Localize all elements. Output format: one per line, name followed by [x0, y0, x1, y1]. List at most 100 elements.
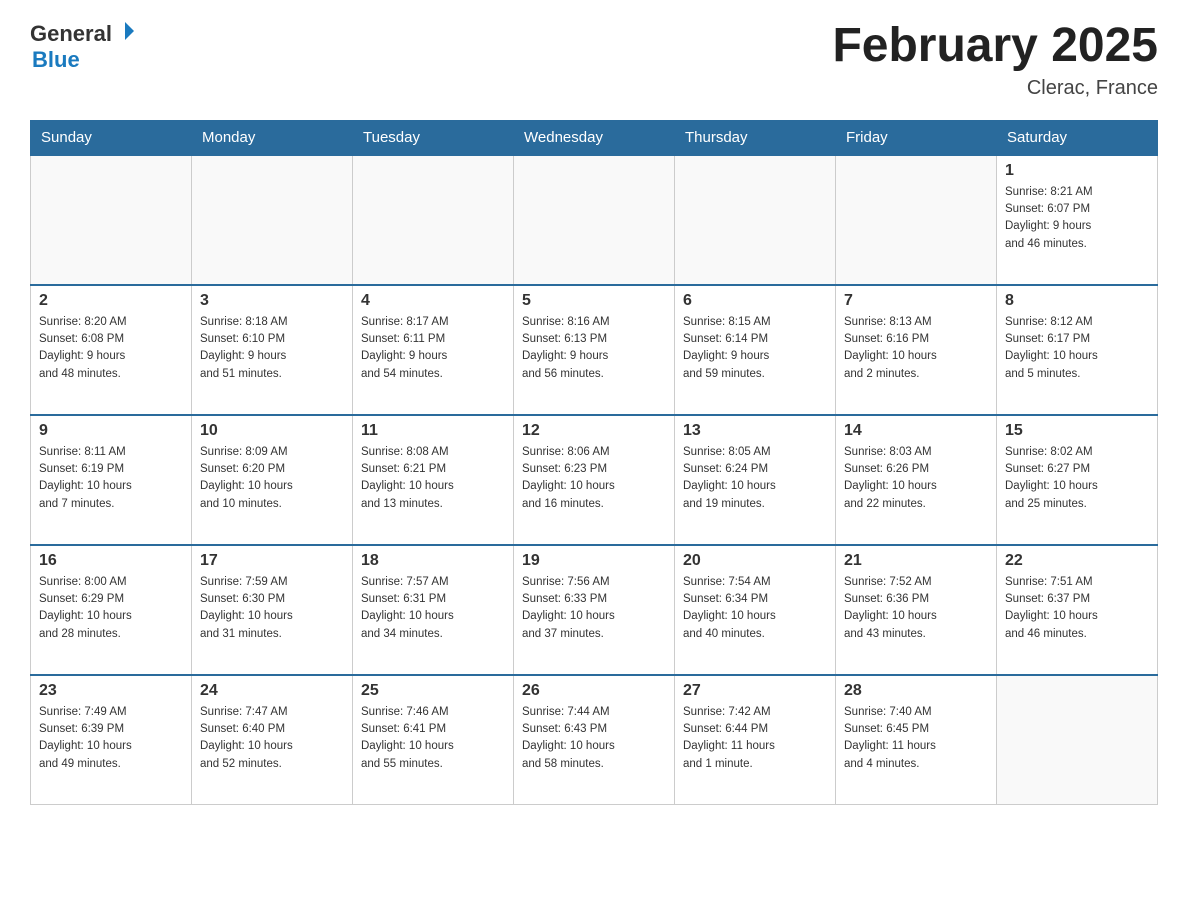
calendar-cell: 25 Sunrise: 7:46 AM Sunset: 6:41 PM Dayli…	[353, 675, 514, 805]
calendar-cell: 19 Sunrise: 7:56 AM Sunset: 6:33 PM Dayli…	[514, 545, 675, 675]
day-number: 27	[683, 682, 827, 700]
day-header-sunday: Sunday	[31, 120, 192, 155]
calendar-cell: 2Sunrise: 8:20 AM Sunset: 6:08 PM Daylig…	[31, 285, 192, 415]
day-info: Sunrise: 8:11 AM Sunset: 6:19 PM Dayligh…	[39, 444, 183, 513]
day-number: 5	[522, 292, 666, 310]
calendar-cell: 14Sunrise: 8:03 AM Sunset: 6:26 PM Dayli…	[836, 415, 997, 545]
day-info: Sunrise: 7:40 AM Sunset: 6:45 PM Dayligh…	[844, 704, 988, 773]
title-section: February 2025 Clerac, France	[832, 20, 1158, 100]
calendar-cell	[353, 155, 514, 285]
day-number: 21	[844, 552, 988, 570]
logo-flag-icon	[114, 20, 136, 42]
calendar-cell	[31, 155, 192, 285]
day-header-tuesday: Tuesday	[353, 120, 514, 155]
day-number: 23	[39, 682, 183, 700]
day-number: 28	[844, 682, 988, 700]
calendar-cell: 26 Sunrise: 7:44 AM Sunset: 6:43 PM Dayli…	[514, 675, 675, 805]
day-info: Sunrise: 8:17 AM Sunset: 6:11 PM Dayligh…	[361, 314, 505, 383]
calendar-cell: 8 Sunrise: 8:12 AM Sunset: 6:17 PM Daylig…	[997, 285, 1158, 415]
day-number: 16	[39, 552, 183, 570]
calendar-subtitle: Clerac, France	[832, 77, 1158, 100]
day-number: 4	[361, 292, 505, 310]
day-number: 8	[1005, 292, 1149, 310]
day-info: Sunrise: 7:56 AM Sunset: 6:33 PM Dayligh…	[522, 574, 666, 643]
day-info: Sunrise: 8:18 AM Sunset: 6:10 PM Dayligh…	[200, 314, 344, 383]
day-info: Sunrise: 7:42 AM Sunset: 6:44 PM Dayligh…	[683, 704, 827, 773]
day-number: 11	[361, 422, 505, 440]
day-number: 7	[844, 292, 988, 310]
day-number: 25	[361, 682, 505, 700]
calendar-cell	[514, 155, 675, 285]
calendar-cell: 27 Sunrise: 7:42 AM Sunset: 6:44 PM Dayli…	[675, 675, 836, 805]
day-info: Sunrise: 8:06 AM Sunset: 6:23 PM Dayligh…	[522, 444, 666, 513]
calendar-cell: 21 Sunrise: 7:52 AM Sunset: 6:36 PM Dayli…	[836, 545, 997, 675]
day-header-saturday: Saturday	[997, 120, 1158, 155]
week-row-1: 1Sunrise: 8:21 AM Sunset: 6:07 PM Daylig…	[31, 155, 1158, 285]
day-number: 10	[200, 422, 344, 440]
calendar-cell: 1Sunrise: 8:21 AM Sunset: 6:07 PM Daylig…	[997, 155, 1158, 285]
calendar-cell: 9Sunrise: 8:11 AM Sunset: 6:19 PM Daylig…	[31, 415, 192, 545]
logo-blue-text: Blue	[32, 47, 80, 72]
day-number: 24	[200, 682, 344, 700]
day-info: Sunrise: 8:15 AM Sunset: 6:14 PM Dayligh…	[683, 314, 827, 383]
calendar-cell: 18Sunrise: 7:57 AM Sunset: 6:31 PM Dayli…	[353, 545, 514, 675]
day-info: Sunrise: 8:08 AM Sunset: 6:21 PM Dayligh…	[361, 444, 505, 513]
calendar-cell: 12 Sunrise: 8:06 AM Sunset: 6:23 PM Dayli…	[514, 415, 675, 545]
day-info: Sunrise: 7:51 AM Sunset: 6:37 PM Dayligh…	[1005, 574, 1149, 643]
calendar-cell	[997, 675, 1158, 805]
day-info: Sunrise: 7:54 AM Sunset: 6:34 PM Dayligh…	[683, 574, 827, 643]
calendar-cell: 6 Sunrise: 8:15 AM Sunset: 6:14 PM Daylig…	[675, 285, 836, 415]
day-number: 3	[200, 292, 344, 310]
day-info: Sunrise: 8:21 AM Sunset: 6:07 PM Dayligh…	[1005, 184, 1149, 253]
calendar-cell: 7 Sunrise: 8:13 AM Sunset: 6:16 PM Daylig…	[836, 285, 997, 415]
day-info: Sunrise: 8:09 AM Sunset: 6:20 PM Dayligh…	[200, 444, 344, 513]
calendar-cell: 11 Sunrise: 8:08 AM Sunset: 6:21 PM Dayli…	[353, 415, 514, 545]
calendar-cell	[836, 155, 997, 285]
day-info: Sunrise: 8:03 AM Sunset: 6:26 PM Dayligh…	[844, 444, 988, 513]
calendar-cell: 3 Sunrise: 8:18 AM Sunset: 6:10 PM Daylig…	[192, 285, 353, 415]
calendar-title: February 2025	[832, 20, 1158, 73]
day-info: Sunrise: 7:52 AM Sunset: 6:36 PM Dayligh…	[844, 574, 988, 643]
calendar-cell: 17Sunrise: 7:59 AM Sunset: 6:30 PM Dayli…	[192, 545, 353, 675]
calendar-cell: 20 Sunrise: 7:54 AM Sunset: 6:34 PM Dayli…	[675, 545, 836, 675]
day-number: 20	[683, 552, 827, 570]
calendar-cell: 16 Sunrise: 8:00 AM Sunset: 6:29 PM Dayli…	[31, 545, 192, 675]
logo: General Blue	[30, 20, 136, 73]
day-info: Sunrise: 8:05 AM Sunset: 6:24 PM Dayligh…	[683, 444, 827, 513]
day-info: Sunrise: 7:44 AM Sunset: 6:43 PM Dayligh…	[522, 704, 666, 773]
week-row-3: 9Sunrise: 8:11 AM Sunset: 6:19 PM Daylig…	[31, 415, 1158, 545]
header-row: SundayMondayTuesdayWednesdayThursdayFrid…	[31, 120, 1158, 155]
calendar-cell: 10 Sunrise: 8:09 AM Sunset: 6:20 PM Dayli…	[192, 415, 353, 545]
day-info: Sunrise: 7:47 AM Sunset: 6:40 PM Dayligh…	[200, 704, 344, 773]
day-info: Sunrise: 8:02 AM Sunset: 6:27 PM Dayligh…	[1005, 444, 1149, 513]
calendar-cell: 23 Sunrise: 7:49 AM Sunset: 6:39 PM Dayli…	[31, 675, 192, 805]
calendar-cell: 13Sunrise: 8:05 AM Sunset: 6:24 PM Dayli…	[675, 415, 836, 545]
calendar-cell: 28 Sunrise: 7:40 AM Sunset: 6:45 PM Dayli…	[836, 675, 997, 805]
day-info: Sunrise: 8:12 AM Sunset: 6:17 PM Dayligh…	[1005, 314, 1149, 383]
day-info: Sunrise: 8:13 AM Sunset: 6:16 PM Dayligh…	[844, 314, 988, 383]
day-info: Sunrise: 8:00 AM Sunset: 6:29 PM Dayligh…	[39, 574, 183, 643]
day-header-friday: Friday	[836, 120, 997, 155]
calendar-cell: 4 Sunrise: 8:17 AM Sunset: 6:11 PM Daylig…	[353, 285, 514, 415]
day-number: 6	[683, 292, 827, 310]
day-number: 22	[1005, 552, 1149, 570]
day-number: 19	[522, 552, 666, 570]
calendar-cell: 15Sunrise: 8:02 AM Sunset: 6:27 PM Dayli…	[997, 415, 1158, 545]
calendar-cell: 5 Sunrise: 8:16 AM Sunset: 6:13 PM Daylig…	[514, 285, 675, 415]
day-number: 12	[522, 422, 666, 440]
day-info: Sunrise: 7:49 AM Sunset: 6:39 PM Dayligh…	[39, 704, 183, 773]
week-row-5: 23 Sunrise: 7:49 AM Sunset: 6:39 PM Dayli…	[31, 675, 1158, 805]
day-number: 26	[522, 682, 666, 700]
calendar-table: SundayMondayTuesdayWednesdayThursdayFrid…	[30, 120, 1158, 806]
day-header-wednesday: Wednesday	[514, 120, 675, 155]
day-info: Sunrise: 8:20 AM Sunset: 6:08 PM Dayligh…	[39, 314, 183, 383]
day-info: Sunrise: 7:46 AM Sunset: 6:41 PM Dayligh…	[361, 704, 505, 773]
calendar-cell	[192, 155, 353, 285]
calendar-cell	[675, 155, 836, 285]
day-header-thursday: Thursday	[675, 120, 836, 155]
day-info: Sunrise: 8:16 AM Sunset: 6:13 PM Dayligh…	[522, 314, 666, 383]
day-number: 18	[361, 552, 505, 570]
week-row-2: 2Sunrise: 8:20 AM Sunset: 6:08 PM Daylig…	[31, 285, 1158, 415]
week-row-4: 16 Sunrise: 8:00 AM Sunset: 6:29 PM Dayli…	[31, 545, 1158, 675]
calendar-cell: 24 Sunrise: 7:47 AM Sunset: 6:40 PM Dayli…	[192, 675, 353, 805]
